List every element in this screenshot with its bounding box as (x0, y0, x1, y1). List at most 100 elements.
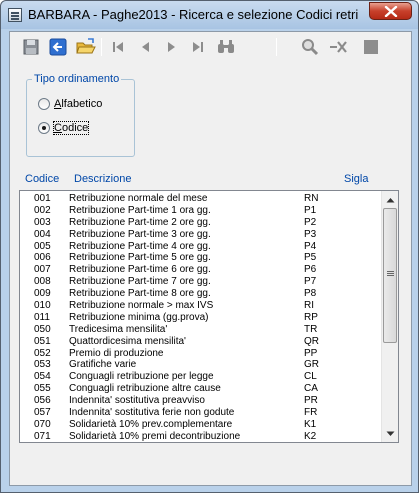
last-record-button[interactable] (187, 36, 209, 58)
column-header-sigla[interactable]: Sigla (344, 173, 368, 185)
find-button[interactable] (215, 36, 237, 58)
list-item[interactable]: 057 Indennita' sostitutiva ferie non godu… (20, 407, 380, 419)
sigla-cell: RI (304, 300, 314, 312)
radio-button[interactable] (38, 98, 50, 110)
next-record-button[interactable] (161, 36, 183, 58)
radio-label-alfabetico: Alfabetico (54, 98, 103, 110)
list-item[interactable]: 011 Retribuzione minima (gg.prova) RP (20, 312, 380, 324)
clear-filter-button[interactable] (328, 36, 350, 58)
code-cell: 009 (34, 288, 51, 300)
description-cell: Solidarietà 10% prev.complementare (69, 418, 233, 430)
dialog-body: Tipo ordinamento Alfabetico Codice Codic… (9, 31, 412, 486)
codes-list[interactable]: 001 Retribuzione normale del mese RN 002 Ret… (19, 190, 399, 443)
stop-icon (364, 40, 378, 54)
vertical-scrollbar[interactable] (381, 191, 398, 442)
list-item[interactable]: 052 Premio di produzione PP (20, 348, 380, 360)
description-cell: Conguagli retribuzione per legge (69, 371, 214, 383)
list-item[interactable]: 051 Quattordicesima mensilita' QR (20, 336, 380, 348)
open-folder-button[interactable] (75, 36, 97, 58)
sigla-cell: P5 (304, 252, 317, 264)
description-cell: Indennita' sostitutiva preavviso (69, 395, 205, 407)
sigla-cell: P3 (304, 228, 317, 240)
list-item[interactable]: 053 Gratifiche varie GR (20, 359, 380, 371)
code-cell: 053 (34, 359, 51, 371)
list-item[interactable]: 007 Retribuzione Part-time 6 ore gg. P6 (20, 264, 380, 276)
chevron-down-icon (386, 431, 395, 436)
first-icon (113, 42, 123, 52)
back-icon (49, 38, 67, 56)
list-item[interactable]: 004 Retribuzione Part-time 3 ore gg. P3 (20, 229, 380, 241)
code-cell: 050 (34, 323, 51, 335)
list-item[interactable]: 008 Retribuzione Part-time 7 ore gg. P7 (20, 276, 380, 288)
sigla-cell: K2 (304, 430, 317, 442)
search-button[interactable] (299, 36, 321, 58)
scroll-thumb[interactable] (383, 208, 397, 343)
list-item[interactable]: 070 Solidarietà 10% prev.complementare K1 (20, 419, 380, 431)
list-item[interactable]: 054 Conguagli retribuzione per legge CL (20, 371, 380, 383)
description-cell: Retribuzione Part-time 5 ore gg. (69, 252, 211, 264)
sigla-cell: CL (304, 371, 317, 383)
code-cell: 007 (34, 264, 51, 276)
radio-button-checked[interactable] (38, 122, 50, 134)
last-icon (193, 42, 203, 52)
sort-order-legend: Tipo ordinamento (32, 73, 122, 85)
description-cell: Retribuzione Part-time 8 ore gg. (69, 288, 211, 300)
description-cell: Retribuzione normale > max IVS (69, 300, 214, 312)
app-icon[interactable] (8, 8, 22, 22)
window-title: BARBARA - Paghe2013 - Ricerca e selezion… (28, 7, 358, 22)
sigla-cell: RP (304, 311, 318, 323)
scroll-up-button[interactable] (382, 191, 398, 208)
first-record-button[interactable] (107, 36, 129, 58)
description-cell: Gratifiche varie (69, 359, 137, 371)
prev-icon (142, 42, 149, 52)
list-item[interactable]: 010 Retribuzione normale > max IVS RI (20, 300, 380, 312)
list-item[interactable]: 009 Retribuzione Part-time 8 ore gg. P8 (20, 288, 380, 300)
window: BARBARA - Paghe2013 - Ricerca e selezion… (0, 0, 419, 493)
code-cell: 010 (34, 300, 51, 312)
description-cell: Retribuzione Part-time 3 ore gg. (69, 228, 211, 240)
description-cell: Retribuzione Part-time 6 ore gg. (69, 264, 211, 276)
code-cell: 055 (34, 383, 51, 395)
list-item[interactable]: 006 Retribuzione Part-time 5 ore gg. P5 (20, 252, 380, 264)
sigla-cell: CA (304, 383, 318, 395)
list-item[interactable]: 056 Indennita' sostitutiva preavviso PR (20, 395, 380, 407)
title-bar[interactable]: BARBARA - Paghe2013 - Ricerca e selezion… (1, 1, 418, 29)
description-cell: Retribuzione minima (gg.prova) (69, 311, 209, 323)
list-item[interactable]: 071 Solidarietà 10% premi decontribuzione… (20, 430, 380, 442)
code-cell: 003 (34, 216, 51, 228)
binoculars-icon (218, 40, 234, 53)
sigla-cell: GR (304, 359, 319, 371)
radio-label-codice: Codice (52, 121, 90, 135)
description-cell: Retribuzione normale del mese (69, 193, 208, 204)
stop-button[interactable] (360, 36, 382, 58)
open-folder-icon (76, 38, 96, 54)
sigla-cell: TR (304, 323, 318, 335)
description-cell: Tredicesima mensilita' (69, 323, 168, 335)
sigla-cell: P4 (304, 240, 317, 252)
previous-record-button[interactable] (134, 36, 156, 58)
list-item[interactable]: 001 Retribuzione normale del mese RN (20, 193, 380, 205)
list-item[interactable]: 055 Conguagli retribuzione altre cause CA (20, 383, 380, 395)
code-cell: 071 (34, 430, 51, 442)
sort-order-group: Tipo ordinamento Alfabetico Codice (26, 73, 135, 157)
close-button[interactable] (369, 2, 412, 20)
description-cell: Retribuzione Part-time 1 ora gg. (69, 204, 211, 216)
sigla-cell: P2 (304, 216, 317, 228)
description-cell: Retribuzione Part-time 7 ore gg. (69, 276, 211, 288)
back-button[interactable] (47, 36, 69, 58)
sigla-cell: P6 (304, 264, 317, 276)
next-icon (168, 42, 175, 52)
list-item[interactable]: 050 Tredicesima mensilita' TR (20, 324, 380, 336)
sigla-cell: P7 (304, 276, 317, 288)
scroll-down-button[interactable] (382, 425, 398, 442)
radio-codice[interactable]: Codice (38, 121, 90, 135)
column-header-description[interactable]: Descrizione (74, 173, 131, 185)
toolbar (10, 32, 411, 62)
list-item[interactable]: 005 Retribuzione Part-time 4 ore gg. P4 (20, 241, 380, 253)
radio-alfabetico[interactable]: Alfabetico (38, 98, 102, 110)
column-header-code[interactable]: Codice (25, 173, 59, 185)
list-item[interactable]: 002 Retribuzione Part-time 1 ora gg. P1 (20, 205, 380, 217)
code-cell: 011 (34, 311, 50, 323)
save-button[interactable] (20, 36, 42, 58)
list-item[interactable]: 003 Retribuzione Part-time 2 ore gg. P2 (20, 217, 380, 229)
